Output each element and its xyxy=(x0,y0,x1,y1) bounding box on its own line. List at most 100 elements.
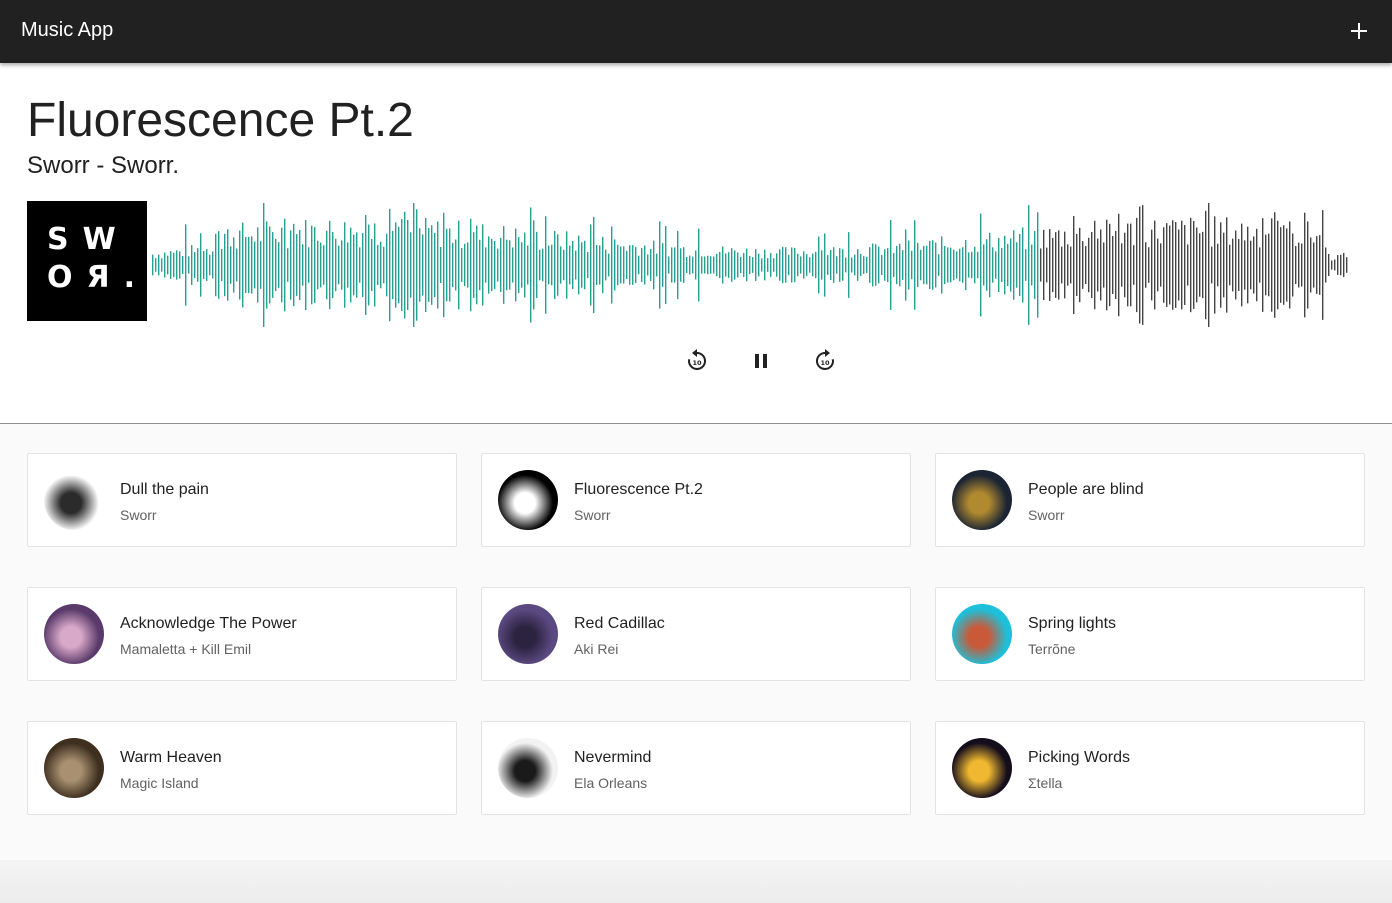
waveform-bar xyxy=(1139,206,1141,324)
waveform-bar xyxy=(989,232,991,298)
track-artwork xyxy=(498,738,558,798)
waveform-bar xyxy=(698,228,700,302)
waveform-bar xyxy=(221,248,223,282)
waveform-bar xyxy=(326,230,328,300)
track-card[interactable]: Red Cadillac Aki Rei xyxy=(481,587,911,681)
track-artist: Sworr xyxy=(574,507,611,523)
track-artwork xyxy=(498,470,558,530)
waveform-bar xyxy=(578,235,580,295)
waveform-bar xyxy=(392,230,394,300)
waveform-bar xyxy=(176,250,178,280)
waveform-bar xyxy=(1268,233,1270,297)
waveform-bar xyxy=(425,218,427,312)
add-button[interactable] xyxy=(1346,18,1372,44)
waveform-bar xyxy=(494,241,496,289)
waveform-bar xyxy=(542,248,544,282)
track-card[interactable]: People are blind Sworr xyxy=(935,453,1365,547)
waveform-seekbar[interactable] xyxy=(152,201,1350,329)
waveform-bar xyxy=(1310,237,1312,293)
waveform-bar xyxy=(656,253,658,277)
waveform-bar xyxy=(593,216,595,314)
waveform-bar xyxy=(794,247,796,283)
waveform-bar xyxy=(437,221,439,309)
waveform-bar xyxy=(785,247,787,283)
waveform-bar xyxy=(1313,242,1315,288)
forward-10-button[interactable]: 10 xyxy=(809,345,841,377)
waveform-bar xyxy=(875,244,877,286)
waveform-bar xyxy=(614,239,616,291)
waveform-bar xyxy=(164,252,166,278)
waveform-bar xyxy=(983,244,985,286)
pause-icon xyxy=(755,354,767,368)
waveform-bar xyxy=(287,248,289,282)
waveform-bar xyxy=(959,248,961,282)
track-artist: Mamaletta + Kill Emil xyxy=(120,641,252,657)
waveform-bar xyxy=(1301,243,1303,287)
waveform-bar xyxy=(314,227,316,303)
waveform-bar xyxy=(893,253,895,277)
waveform-bar xyxy=(1187,244,1189,286)
waveform-bar xyxy=(599,245,601,285)
track-title: People are blind xyxy=(1028,481,1144,498)
waveform-bar xyxy=(1037,212,1039,318)
playback-controls: 10 10 xyxy=(680,345,840,377)
waveform-bar xyxy=(521,242,523,288)
waveform-bar xyxy=(890,220,892,310)
waveform-bar xyxy=(914,220,916,310)
track-card[interactable]: Fluorescence Pt.2 Sworr xyxy=(481,453,911,547)
waveform-bar xyxy=(755,249,757,281)
track-artwork xyxy=(44,470,104,530)
track-card[interactable]: Picking Words Σtella xyxy=(935,721,1365,815)
waveform-bar xyxy=(443,212,445,318)
waveform-bar xyxy=(851,257,853,273)
waveform-bar xyxy=(1085,246,1087,284)
waveform-bar xyxy=(1004,235,1006,295)
waveform-bar xyxy=(737,252,739,278)
waveform-bar xyxy=(482,224,484,306)
waveform-bar xyxy=(1064,231,1066,299)
waveform-bar xyxy=(347,242,349,288)
waveform-bar xyxy=(1163,227,1165,303)
track-card[interactable]: Spring lights Terrõne xyxy=(935,587,1365,681)
waveform-bar xyxy=(974,246,976,284)
waveform-bar xyxy=(1235,230,1237,300)
waveform-bar xyxy=(332,231,334,299)
waveform-bar xyxy=(884,249,886,281)
waveform-bar xyxy=(407,219,409,311)
waveform-bar xyxy=(1127,223,1129,307)
track-card[interactable]: Dull the pain Sworr xyxy=(27,453,457,547)
waveform-bar xyxy=(860,253,862,277)
waveform-bar xyxy=(872,243,874,287)
track-card[interactable]: Acknowledge The Power Mamaletta + Kill Em… xyxy=(27,587,457,681)
waveform-bar xyxy=(158,254,160,276)
track-title: Spring lights xyxy=(1028,615,1117,632)
waveform-bar xyxy=(1133,245,1135,285)
waveform-bar xyxy=(1118,213,1120,317)
track-artwork xyxy=(952,604,1012,664)
waveform-bar xyxy=(251,236,253,294)
track-card[interactable]: Warm Heaven Magic Island xyxy=(27,721,457,815)
track-artwork xyxy=(44,604,104,664)
waveform-bar xyxy=(335,238,337,292)
track-card[interactable]: Nevermind Ela Orleans xyxy=(481,721,911,815)
waveform-bar xyxy=(962,247,964,283)
waveform-bar xyxy=(257,227,259,303)
waveform-bar xyxy=(458,220,460,310)
waveform-bar xyxy=(422,234,424,296)
waveform-bar xyxy=(263,203,265,327)
waveform-bar xyxy=(1304,212,1306,318)
waveform-bar xyxy=(1343,252,1345,278)
rewind-10-button[interactable]: 10 xyxy=(681,345,713,377)
waveform-bar xyxy=(623,246,625,284)
waveform-bar xyxy=(203,250,205,280)
waveform-bar xyxy=(935,242,937,288)
waveform-bar xyxy=(1331,260,1333,270)
waveform-bar xyxy=(353,234,355,296)
waveform-bar xyxy=(1040,248,1042,282)
waveform-bar xyxy=(683,247,685,283)
waveform-bar xyxy=(674,247,676,283)
waveform-bar xyxy=(734,250,736,280)
waveform-bar xyxy=(554,230,556,300)
pause-button[interactable] xyxy=(745,345,777,377)
waveform-bar xyxy=(170,251,172,279)
